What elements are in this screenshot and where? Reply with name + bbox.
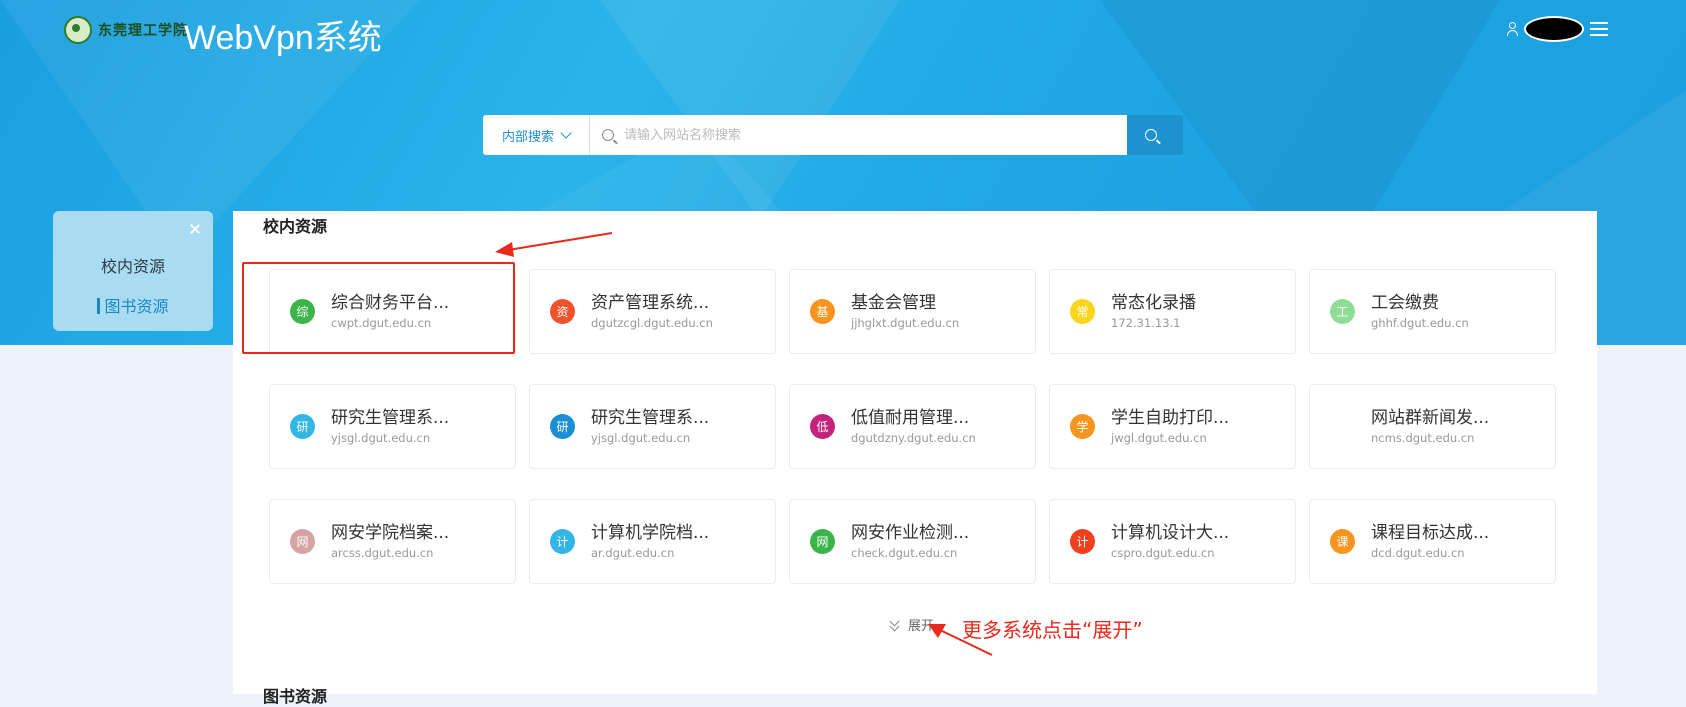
arrow-head	[495, 242, 514, 257]
annotation-note: 更多系统点击“展开”	[962, 618, 1143, 642]
arrow-line	[507, 232, 613, 251]
annotation-arrows	[495, 232, 993, 656]
